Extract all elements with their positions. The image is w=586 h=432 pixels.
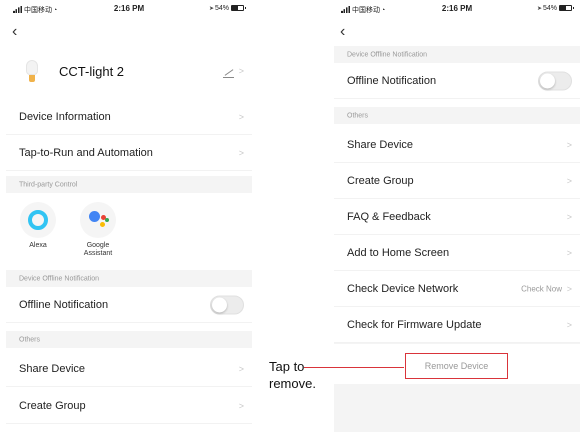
share-device-row[interactable]: Share Device >: [6, 351, 252, 387]
row-label: FAQ & Feedback: [347, 210, 431, 223]
section-label: Others: [347, 112, 369, 119]
row-label: Create Group: [19, 399, 86, 412]
battery-status: ➤54%: [208, 5, 246, 12]
section-offline: Device Offline Notification: [334, 46, 580, 63]
chevron-right-icon: >: [566, 139, 572, 150]
chevron-right-icon: >: [238, 147, 244, 158]
status-bar: 中国移动◔ 2:16 PM ➤54%: [6, 4, 252, 18]
create-group-row[interactable]: Create Group >: [334, 163, 580, 199]
chevron-right-icon: >: [566, 175, 572, 186]
offline-notification-row: Offline Notification: [6, 287, 252, 323]
section-label: Device Offline Notification: [347, 51, 428, 58]
google-assistant-icon: [80, 202, 116, 238]
remove-device-area: Remove Device: [334, 344, 580, 384]
row-label: Offline Notification: [347, 74, 437, 87]
section-label: Others: [19, 336, 41, 343]
google-assistant-label: Google Assistant: [83, 242, 113, 257]
edit-icon[interactable]: [223, 67, 234, 78]
tap-to-run-row[interactable]: Tap-to-Run and Automation >: [6, 135, 252, 171]
battery-percent: 54%: [542, 5, 557, 12]
device-header[interactable]: CCT-light 2 >: [6, 50, 252, 96]
alexa-icon: [20, 202, 56, 238]
check-now-link[interactable]: Check Now: [521, 284, 562, 293]
annotation-text: Tap to remove.: [269, 359, 316, 391]
toggle-knob: [540, 73, 555, 88]
firmware-update-row[interactable]: Check for Firmware Update >: [334, 307, 580, 343]
check-device-network-row[interactable]: Check Device Network Check Now >: [334, 271, 580, 307]
status-bar: 中国移动◔ 2:16 PM ➤54%: [334, 4, 580, 18]
row-label: Offline Notification: [19, 298, 109, 311]
bottom-fill: [334, 384, 580, 432]
section-label: Third-party Control: [19, 181, 78, 188]
left-phone-screen: 中国移动◔ 2:16 PM ➤54% ‹ CCT-light 2 > Devic…: [6, 0, 252, 432]
row-label: Check Device Network: [347, 282, 459, 295]
battery-icon: [231, 5, 246, 11]
remove-device-button[interactable]: Remove Device: [405, 353, 508, 379]
chevron-right-icon: >: [238, 111, 244, 122]
section-label: Device Offline Notification: [19, 275, 100, 282]
back-button[interactable]: ‹: [12, 24, 17, 40]
alexa-label: Alexa: [29, 242, 47, 249]
chevron-right-icon: >: [566, 319, 572, 330]
battery-icon: [559, 5, 574, 11]
row-label: Share Device: [19, 362, 86, 375]
section-others: Others: [334, 107, 580, 124]
offline-notification-toggle[interactable]: [210, 295, 244, 314]
location-icon: ➤: [208, 6, 214, 12]
chevron-right-icon: >: [238, 363, 244, 374]
device-name: CCT-light 2: [59, 64, 125, 79]
row-label: Device Information: [19, 110, 111, 123]
add-to-home-screen-row[interactable]: Add to Home Screen >: [334, 235, 580, 271]
chevron-right-icon: >: [238, 66, 244, 76]
toggle-knob: [212, 297, 227, 312]
third-party-control: Alexa Google Assistant: [6, 193, 252, 270]
section-offline: Device Offline Notification: [6, 270, 252, 287]
chevron-right-icon: >: [566, 283, 572, 294]
share-device-row[interactable]: Share Device >: [334, 127, 580, 163]
chevron-right-icon: >: [238, 400, 244, 411]
back-button[interactable]: ‹: [340, 24, 345, 40]
row-label: Tap-to-Run and Automation: [19, 146, 153, 159]
device-information-row[interactable]: Device Information >: [6, 99, 252, 135]
google-assistant-item[interactable]: Google Assistant: [73, 202, 123, 258]
section-third-party: Third-party Control: [6, 176, 252, 193]
row-label: Share Device: [347, 138, 414, 151]
section-others: Others: [6, 331, 252, 348]
alexa-item[interactable]: Alexa: [13, 202, 63, 250]
offline-notification-toggle[interactable]: [538, 71, 572, 90]
create-group-row[interactable]: Create Group >: [6, 388, 252, 424]
annotation-pointer-line: [304, 367, 404, 368]
bulb-icon: [26, 60, 38, 84]
location-icon: ➤: [536, 6, 542, 12]
battery-percent: 54%: [214, 5, 229, 12]
chevron-right-icon: >: [566, 247, 572, 258]
row-label: Check for Firmware Update: [347, 318, 482, 331]
faq-feedback-row[interactable]: FAQ & Feedback >: [334, 199, 580, 235]
row-label: Create Group: [347, 174, 414, 187]
offline-notification-row: Offline Notification: [334, 63, 580, 99]
chevron-right-icon: >: [566, 211, 572, 222]
battery-status: ➤54%: [536, 5, 574, 12]
row-label: Add to Home Screen: [347, 246, 450, 259]
